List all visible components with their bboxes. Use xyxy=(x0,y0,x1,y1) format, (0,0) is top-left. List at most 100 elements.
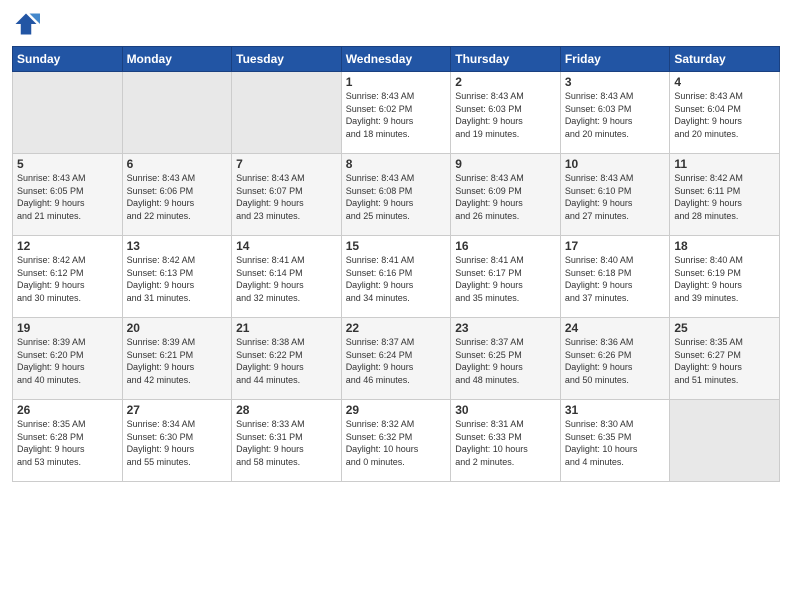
calendar-cell: 30Sunrise: 8:31 AM Sunset: 6:33 PM Dayli… xyxy=(451,400,561,482)
calendar-cell: 21Sunrise: 8:38 AM Sunset: 6:22 PM Dayli… xyxy=(232,318,342,400)
calendar-cell: 4Sunrise: 8:43 AM Sunset: 6:04 PM Daylig… xyxy=(670,72,780,154)
weekday-header: Friday xyxy=(560,47,670,72)
day-info: Sunrise: 8:43 AM Sunset: 6:02 PM Dayligh… xyxy=(346,90,447,140)
calendar-cell: 9Sunrise: 8:43 AM Sunset: 6:09 PM Daylig… xyxy=(451,154,561,236)
header xyxy=(12,10,780,38)
calendar-cell: 29Sunrise: 8:32 AM Sunset: 6:32 PM Dayli… xyxy=(341,400,451,482)
calendar-cell: 26Sunrise: 8:35 AM Sunset: 6:28 PM Dayli… xyxy=(13,400,123,482)
day-number: 8 xyxy=(346,157,447,171)
day-number: 4 xyxy=(674,75,775,89)
calendar-cell xyxy=(670,400,780,482)
day-info: Sunrise: 8:37 AM Sunset: 6:24 PM Dayligh… xyxy=(346,336,447,386)
calendar-cell: 31Sunrise: 8:30 AM Sunset: 6:35 PM Dayli… xyxy=(560,400,670,482)
day-info: Sunrise: 8:43 AM Sunset: 6:03 PM Dayligh… xyxy=(455,90,556,140)
day-info: Sunrise: 8:35 AM Sunset: 6:27 PM Dayligh… xyxy=(674,336,775,386)
day-number: 21 xyxy=(236,321,337,335)
calendar-cell: 12Sunrise: 8:42 AM Sunset: 6:12 PM Dayli… xyxy=(13,236,123,318)
day-number: 14 xyxy=(236,239,337,253)
day-number: 23 xyxy=(455,321,556,335)
calendar-cell: 22Sunrise: 8:37 AM Sunset: 6:24 PM Dayli… xyxy=(341,318,451,400)
day-number: 28 xyxy=(236,403,337,417)
calendar-cell: 13Sunrise: 8:42 AM Sunset: 6:13 PM Dayli… xyxy=(122,236,232,318)
day-info: Sunrise: 8:39 AM Sunset: 6:21 PM Dayligh… xyxy=(127,336,228,386)
day-info: Sunrise: 8:41 AM Sunset: 6:14 PM Dayligh… xyxy=(236,254,337,304)
day-number: 30 xyxy=(455,403,556,417)
calendar-cell: 19Sunrise: 8:39 AM Sunset: 6:20 PM Dayli… xyxy=(13,318,123,400)
day-number: 19 xyxy=(17,321,118,335)
calendar-cell: 20Sunrise: 8:39 AM Sunset: 6:21 PM Dayli… xyxy=(122,318,232,400)
calendar-week-row: 26Sunrise: 8:35 AM Sunset: 6:28 PM Dayli… xyxy=(13,400,780,482)
day-number: 12 xyxy=(17,239,118,253)
calendar-cell: 16Sunrise: 8:41 AM Sunset: 6:17 PM Dayli… xyxy=(451,236,561,318)
day-number: 25 xyxy=(674,321,775,335)
weekday-header: Tuesday xyxy=(232,47,342,72)
day-info: Sunrise: 8:43 AM Sunset: 6:06 PM Dayligh… xyxy=(127,172,228,222)
day-number: 5 xyxy=(17,157,118,171)
weekday-header: Sunday xyxy=(13,47,123,72)
calendar-cell: 11Sunrise: 8:42 AM Sunset: 6:11 PM Dayli… xyxy=(670,154,780,236)
day-number: 2 xyxy=(455,75,556,89)
day-info: Sunrise: 8:42 AM Sunset: 6:13 PM Dayligh… xyxy=(127,254,228,304)
day-info: Sunrise: 8:34 AM Sunset: 6:30 PM Dayligh… xyxy=(127,418,228,468)
day-number: 17 xyxy=(565,239,666,253)
calendar-cell: 14Sunrise: 8:41 AM Sunset: 6:14 PM Dayli… xyxy=(232,236,342,318)
calendar-cell: 25Sunrise: 8:35 AM Sunset: 6:27 PM Dayli… xyxy=(670,318,780,400)
day-info: Sunrise: 8:43 AM Sunset: 6:04 PM Dayligh… xyxy=(674,90,775,140)
day-info: Sunrise: 8:31 AM Sunset: 6:33 PM Dayligh… xyxy=(455,418,556,468)
day-number: 18 xyxy=(674,239,775,253)
day-number: 20 xyxy=(127,321,228,335)
day-info: Sunrise: 8:43 AM Sunset: 6:09 PM Dayligh… xyxy=(455,172,556,222)
calendar-cell: 3Sunrise: 8:43 AM Sunset: 6:03 PM Daylig… xyxy=(560,72,670,154)
day-number: 31 xyxy=(565,403,666,417)
calendar-week-row: 5Sunrise: 8:43 AM Sunset: 6:05 PM Daylig… xyxy=(13,154,780,236)
day-info: Sunrise: 8:40 AM Sunset: 6:18 PM Dayligh… xyxy=(565,254,666,304)
day-number: 29 xyxy=(346,403,447,417)
day-info: Sunrise: 8:32 AM Sunset: 6:32 PM Dayligh… xyxy=(346,418,447,468)
calendar-table: SundayMondayTuesdayWednesdayThursdayFrid… xyxy=(12,46,780,482)
calendar-cell: 7Sunrise: 8:43 AM Sunset: 6:07 PM Daylig… xyxy=(232,154,342,236)
day-info: Sunrise: 8:41 AM Sunset: 6:17 PM Dayligh… xyxy=(455,254,556,304)
day-info: Sunrise: 8:41 AM Sunset: 6:16 PM Dayligh… xyxy=(346,254,447,304)
logo-icon xyxy=(12,10,40,38)
day-info: Sunrise: 8:43 AM Sunset: 6:08 PM Dayligh… xyxy=(346,172,447,222)
day-info: Sunrise: 8:43 AM Sunset: 6:03 PM Dayligh… xyxy=(565,90,666,140)
day-number: 15 xyxy=(346,239,447,253)
day-info: Sunrise: 8:40 AM Sunset: 6:19 PM Dayligh… xyxy=(674,254,775,304)
calendar-cell xyxy=(13,72,123,154)
calendar-week-row: 12Sunrise: 8:42 AM Sunset: 6:12 PM Dayli… xyxy=(13,236,780,318)
day-number: 13 xyxy=(127,239,228,253)
calendar-cell xyxy=(232,72,342,154)
calendar-cell: 27Sunrise: 8:34 AM Sunset: 6:30 PM Dayli… xyxy=(122,400,232,482)
calendar-cell: 5Sunrise: 8:43 AM Sunset: 6:05 PM Daylig… xyxy=(13,154,123,236)
weekday-header: Thursday xyxy=(451,47,561,72)
day-number: 3 xyxy=(565,75,666,89)
weekday-header: Monday xyxy=(122,47,232,72)
calendar-cell: 2Sunrise: 8:43 AM Sunset: 6:03 PM Daylig… xyxy=(451,72,561,154)
day-number: 22 xyxy=(346,321,447,335)
calendar-week-row: 19Sunrise: 8:39 AM Sunset: 6:20 PM Dayli… xyxy=(13,318,780,400)
day-number: 27 xyxy=(127,403,228,417)
day-info: Sunrise: 8:38 AM Sunset: 6:22 PM Dayligh… xyxy=(236,336,337,386)
day-info: Sunrise: 8:42 AM Sunset: 6:11 PM Dayligh… xyxy=(674,172,775,222)
day-number: 7 xyxy=(236,157,337,171)
weekday-header: Wednesday xyxy=(341,47,451,72)
calendar-cell: 24Sunrise: 8:36 AM Sunset: 6:26 PM Dayli… xyxy=(560,318,670,400)
weekday-header: Saturday xyxy=(670,47,780,72)
weekday-header-row: SundayMondayTuesdayWednesdayThursdayFrid… xyxy=(13,47,780,72)
calendar-cell: 28Sunrise: 8:33 AM Sunset: 6:31 PM Dayli… xyxy=(232,400,342,482)
day-info: Sunrise: 8:42 AM Sunset: 6:12 PM Dayligh… xyxy=(17,254,118,304)
day-number: 16 xyxy=(455,239,556,253)
calendar-week-row: 1Sunrise: 8:43 AM Sunset: 6:02 PM Daylig… xyxy=(13,72,780,154)
calendar-cell: 23Sunrise: 8:37 AM Sunset: 6:25 PM Dayli… xyxy=(451,318,561,400)
calendar-cell: 1Sunrise: 8:43 AM Sunset: 6:02 PM Daylig… xyxy=(341,72,451,154)
day-number: 6 xyxy=(127,157,228,171)
calendar-cell: 18Sunrise: 8:40 AM Sunset: 6:19 PM Dayli… xyxy=(670,236,780,318)
day-number: 11 xyxy=(674,157,775,171)
day-info: Sunrise: 8:43 AM Sunset: 6:05 PM Dayligh… xyxy=(17,172,118,222)
calendar-cell: 6Sunrise: 8:43 AM Sunset: 6:06 PM Daylig… xyxy=(122,154,232,236)
day-info: Sunrise: 8:37 AM Sunset: 6:25 PM Dayligh… xyxy=(455,336,556,386)
day-number: 10 xyxy=(565,157,666,171)
day-info: Sunrise: 8:30 AM Sunset: 6:35 PM Dayligh… xyxy=(565,418,666,468)
logo xyxy=(12,10,44,38)
calendar-cell: 15Sunrise: 8:41 AM Sunset: 6:16 PM Dayli… xyxy=(341,236,451,318)
